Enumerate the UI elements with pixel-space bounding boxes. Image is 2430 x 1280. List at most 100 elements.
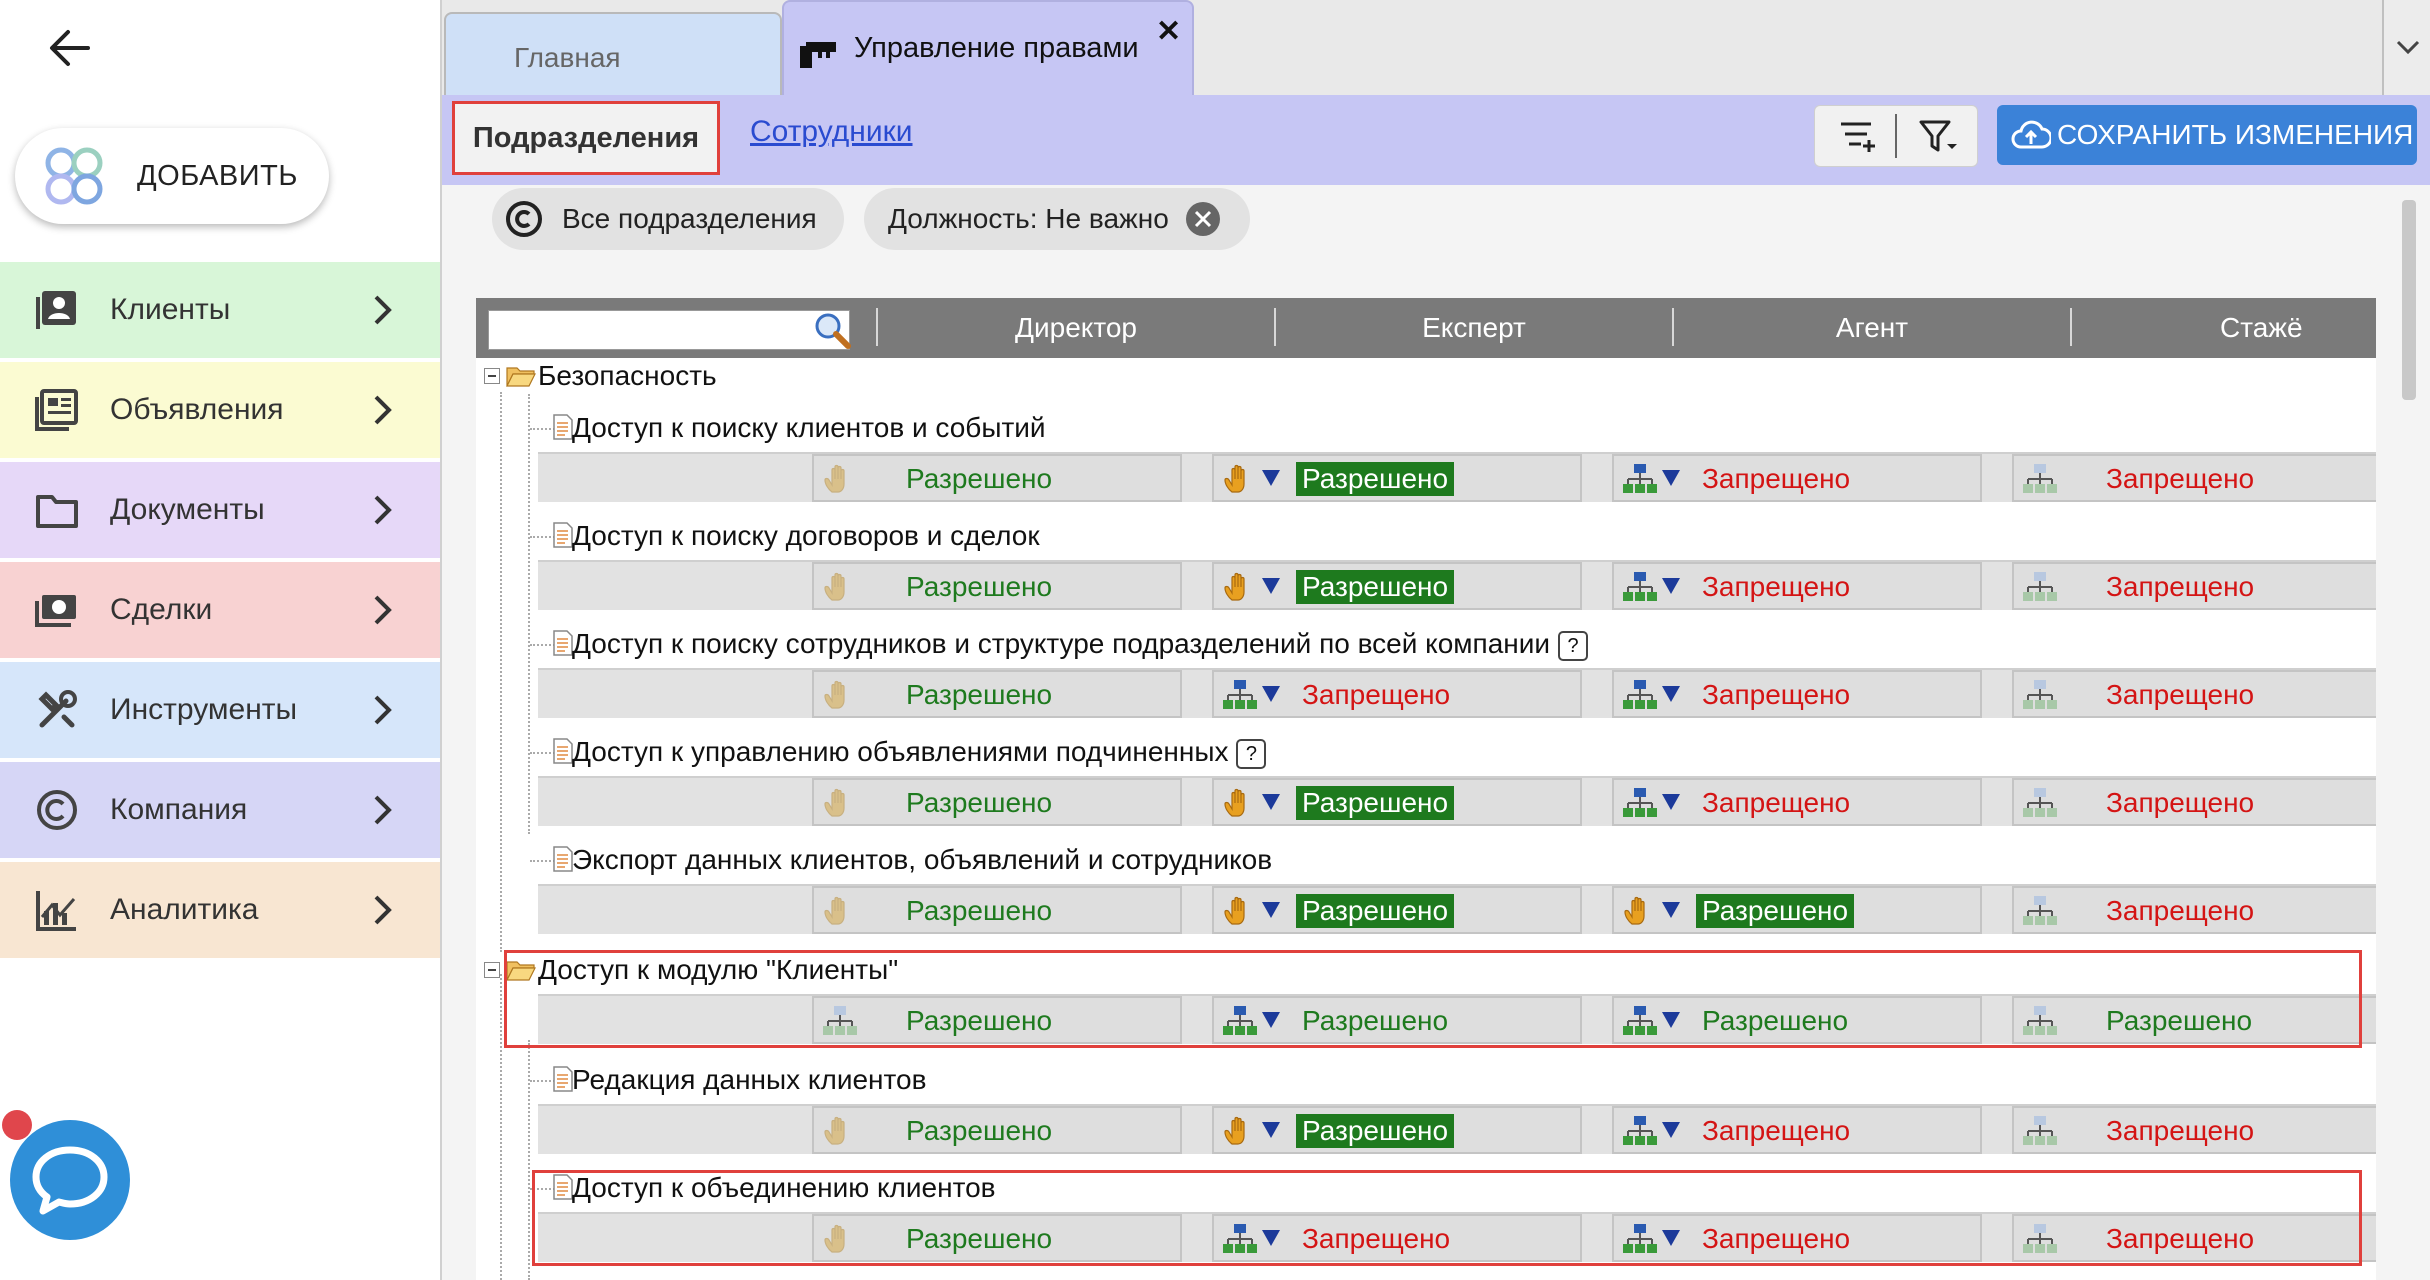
dropdown-arrow-icon[interactable] <box>1262 686 1280 702</box>
dropdown-arrow-icon[interactable] <box>1262 794 1280 810</box>
permission-cell[interactable]: Запрещено <box>2012 454 2376 502</box>
permission-cell[interactable]: Запрещено <box>1212 1214 1582 1262</box>
permission-cell[interactable]: Разрешено <box>812 996 1182 1044</box>
add-filter-icon[interactable] <box>1839 118 1877 154</box>
permission-cell[interactable]: Разрешено <box>812 670 1182 718</box>
permission-cell[interactable]: Разрешено <box>1212 996 1582 1044</box>
sidebar-item-deals[interactable]: Сделки <box>0 562 440 658</box>
sidebar-item-analytics[interactable]: Аналитика <box>0 862 440 958</box>
collapse-toggle[interactable] <box>484 962 500 978</box>
back-arrow-icon[interactable] <box>44 22 96 74</box>
save-changes-button[interactable]: СОХРАНИТЬ ИЗМЕНЕНИЯ <box>1997 105 2417 165</box>
permission-cell[interactable]: Разрешено <box>812 1214 1182 1262</box>
search-icon[interactable] <box>812 310 852 350</box>
dropdown-arrow-icon[interactable] <box>1262 578 1280 594</box>
permission-cell[interactable]: Разрешено <box>2012 996 2376 1044</box>
close-tab-icon[interactable]: ✕ <box>1156 14 1181 49</box>
permission-cell[interactable]: Разрешено <box>1612 996 1982 1044</box>
permission-cell[interactable]: Запрещено <box>1612 1214 1982 1262</box>
column-header-trainee[interactable]: Стажё <box>2072 312 2376 344</box>
dropdown-arrow-icon[interactable] <box>1262 1122 1280 1138</box>
tab-home[interactable]: Главная <box>444 12 782 97</box>
filter-chip-position[interactable]: Должность: Не важно <box>864 188 1250 250</box>
permission-cell[interactable]: Разрешено <box>812 886 1182 934</box>
chat-button[interactable] <box>10 1120 130 1240</box>
column-header-director[interactable]: Директор <box>878 312 1274 344</box>
permission-cell[interactable]: Запрещено <box>1612 1106 1982 1154</box>
permission-cell[interactable]: Запрещено <box>2012 1106 2376 1154</box>
vertical-scrollbar[interactable] <box>2402 200 2416 400</box>
org-chart-icon <box>2022 678 2058 712</box>
permission-cell[interactable]: Запрещено <box>1612 778 1982 826</box>
tabs-dropdown-button[interactable] <box>2382 0 2430 95</box>
dropdown-arrow-icon[interactable] <box>1662 578 1680 594</box>
permission-cell[interactable]: Разрешено <box>812 778 1182 826</box>
permission-cell[interactable]: Запрещено <box>2012 562 2376 610</box>
dropdown-arrow-icon[interactable] <box>1262 902 1280 918</box>
filter-menu-icon[interactable] <box>1919 118 1959 154</box>
dropdown-arrow-icon[interactable] <box>1262 1012 1280 1028</box>
dropdown-arrow-icon[interactable] <box>1662 1230 1680 1246</box>
sidebar-item-company[interactable]: Компания <box>0 762 440 858</box>
tab-rights-management[interactable]: Управление правами ✕ <box>782 0 1194 97</box>
hand-icon <box>822 1222 858 1256</box>
dropdown-arrow-icon[interactable] <box>1662 1122 1680 1138</box>
permission-cell[interactable]: Разрешено <box>1212 454 1582 502</box>
permission-value: Разрешено <box>1296 1114 1455 1148</box>
help-icon[interactable]: ? <box>1558 630 1589 661</box>
permission-cell[interactable]: Разрешено <box>1212 778 1582 826</box>
chevron-right-icon <box>374 695 392 725</box>
dropdown-arrow-icon[interactable] <box>1662 902 1680 918</box>
dropdown-arrow-icon[interactable] <box>1662 686 1680 702</box>
sidebar-item-clients[interactable]: Клиенты <box>0 262 440 358</box>
folder-open-icon <box>506 958 536 982</box>
help-icon[interactable]: ? <box>1236 738 1267 769</box>
permission-cell[interactable]: Запрещено <box>2012 778 2376 826</box>
hand-icon <box>822 1114 858 1148</box>
column-header-expert[interactable]: Експерт <box>1276 312 1672 344</box>
tree-connector <box>528 394 530 834</box>
subtab-divisions[interactable]: Подразделения <box>452 101 720 175</box>
permission-cell[interactable]: Разрешено <box>1212 1106 1582 1154</box>
permission-cell[interactable]: Запрещено <box>2012 670 2376 718</box>
permission-label: Доступ к поиску клиентов и событий <box>572 412 1046 444</box>
subtab-employees[interactable]: Сотрудники <box>750 115 913 149</box>
permission-cell[interactable]: Разрешено <box>812 454 1182 502</box>
grid-search-input[interactable] <box>488 310 850 350</box>
permission-cell[interactable]: Разрешено <box>1212 886 1582 934</box>
chevron-right-icon <box>374 595 392 625</box>
dropdown-arrow-icon[interactable] <box>1662 1012 1680 1028</box>
collapse-toggle[interactable] <box>484 368 500 384</box>
sidebar-item-tools[interactable]: Инструменты <box>0 662 440 758</box>
permission-cell[interactable]: Запрещено <box>2012 1214 2376 1262</box>
contacts-icon <box>36 291 76 329</box>
dropdown-arrow-icon[interactable] <box>1662 470 1680 486</box>
org-chart-icon <box>2022 570 2058 604</box>
permission-cell[interactable]: Запрещено <box>1612 562 1982 610</box>
dropdown-arrow-icon[interactable] <box>1662 794 1680 810</box>
dropdown-arrow-icon[interactable] <box>1262 1230 1280 1246</box>
permission-cell[interactable]: Разрешено <box>1212 562 1582 610</box>
sidebar-item-documents[interactable]: Документы <box>0 462 440 558</box>
dropdown-arrow-icon[interactable] <box>1262 470 1280 486</box>
permission-cell[interactable]: Запрещено <box>1612 454 1982 502</box>
permission-cell[interactable]: Разрешено <box>1612 886 1982 934</box>
permission-cell[interactable]: Запрещено <box>1612 670 1982 718</box>
add-button[interactable]: ДОБАВИТЬ <box>15 128 329 224</box>
permission-cell[interactable]: Разрешено <box>812 562 1182 610</box>
remove-filter-icon[interactable] <box>1185 201 1221 237</box>
permission-cell[interactable]: Разрешено <box>812 1106 1182 1154</box>
chevron-right-icon <box>374 295 392 325</box>
filter-chip-all-divisions[interactable]: Все подразделения <box>492 188 844 250</box>
permission-cell[interactable]: Запрещено <box>2012 886 2376 934</box>
permission-value: Запрещено <box>2106 463 2255 494</box>
permission-cell[interactable]: Запрещено <box>1212 670 1582 718</box>
permission-label-text: Доступ к поиску сотрудников и структуре … <box>572 628 1551 659</box>
permission-value: Запрещено <box>1702 1115 1851 1146</box>
permissions-grid: Директор Експерт Агент Стажё Безопасност… <box>476 298 2376 1280</box>
column-header-agent[interactable]: Агент <box>1674 312 2070 344</box>
permission-value: Запрещено <box>1702 679 1851 710</box>
folder-icon <box>36 495 78 528</box>
sidebar-item-listings[interactable]: Объявления <box>0 362 440 458</box>
sidebar-item-label: Клиенты <box>110 293 231 326</box>
